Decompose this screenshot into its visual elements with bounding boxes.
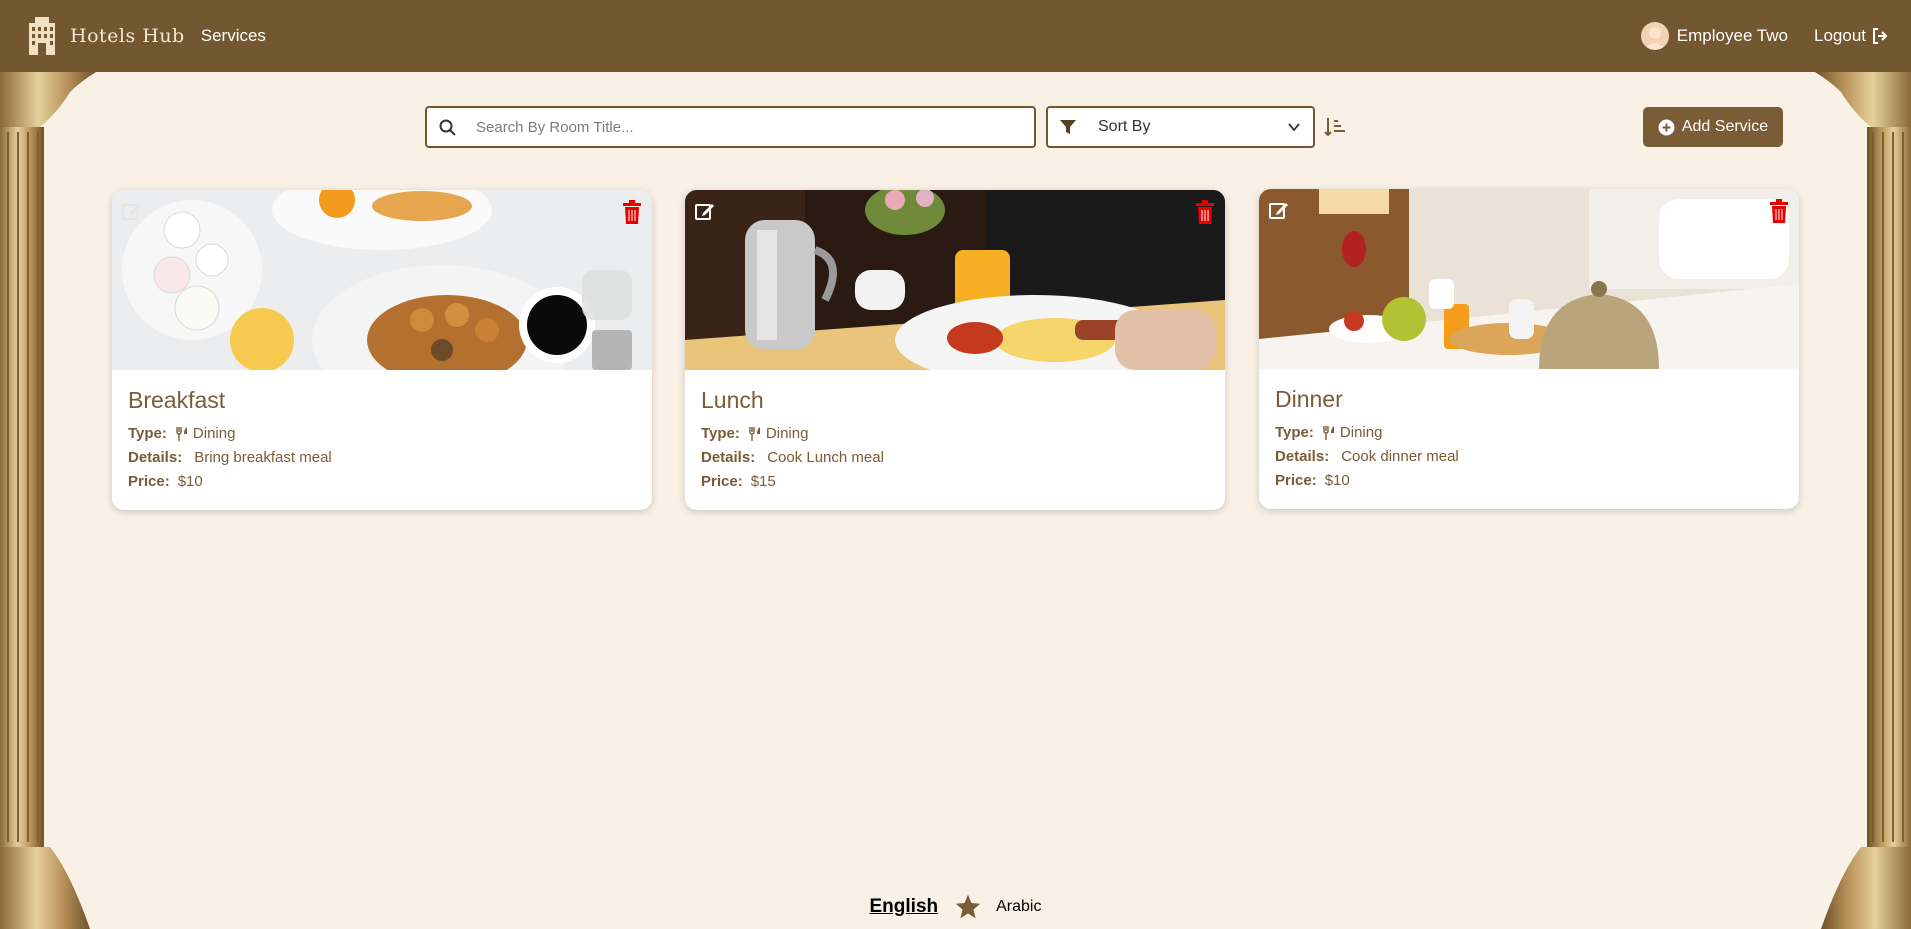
- details-row: Details: Cook Lunch meal: [701, 446, 1209, 470]
- details-value: Cook Lunch meal: [767, 449, 884, 466]
- add-service-label: Add Service: [1681, 118, 1769, 135]
- chevron-down-icon: [1288, 123, 1300, 132]
- user-menu[interactable]: Employee Two: [1640, 22, 1788, 50]
- card-title: Lunch: [701, 387, 764, 413]
- details-label: Details:: [701, 449, 756, 466]
- utensils-icon: [1323, 426, 1334, 440]
- search-input[interactable]: [474, 117, 1018, 137]
- type-value: Dining: [192, 425, 236, 442]
- language-english-link[interactable]: English: [870, 896, 939, 918]
- delete-icon: [1196, 200, 1214, 224]
- card-title: Dinner: [1275, 386, 1343, 412]
- lunch-image: [685, 190, 1225, 370]
- plus-circle-icon: [1658, 119, 1675, 135]
- card-title: Breakfast: [128, 387, 226, 413]
- edit-icon: [1269, 203, 1288, 219]
- details-label: Details:: [1275, 448, 1330, 465]
- language-arabic-link[interactable]: Arabic: [996, 898, 1041, 916]
- user-avatar-icon: [1643, 27, 1666, 50]
- type-row: Type: Dining: [701, 422, 1209, 446]
- type-label: Type:: [701, 425, 740, 442]
- service-card-lunch[interactable]: Lunch Type: Dining Details: Cook Lunch m…: [685, 190, 1225, 510]
- service-card-dinner[interactable]: Dinner Type: Dining Details: Cook dinner…: [1259, 189, 1799, 509]
- type-label: Type:: [1275, 424, 1314, 441]
- sort-select[interactable]: Sort By: [1046, 106, 1315, 148]
- brand-name: Hotels Hub: [70, 25, 185, 47]
- dinner-image: [1259, 189, 1799, 369]
- utensils-icon: [749, 427, 760, 441]
- price-label: Price:: [1275, 472, 1317, 489]
- details-value: Bring breakfast meal: [194, 449, 332, 466]
- details-label: Details:: [128, 449, 183, 466]
- pillar-left-decoration: [0, 72, 96, 929]
- service-card-breakfast[interactable]: Breakfast Type: Dining Details: Bring br…: [112, 190, 652, 510]
- edit-icon: [122, 204, 141, 220]
- type-label: Type:: [128, 425, 167, 442]
- details-row: Details: Cook dinner meal: [1275, 445, 1783, 469]
- filter-icon: [1060, 120, 1076, 134]
- card-body: Dinner Type: Dining Details: Cook dinner…: [1275, 386, 1783, 493]
- card-body: Breakfast Type: Dining Details: Bring br…: [128, 387, 636, 494]
- nav-services-link[interactable]: Services: [201, 26, 266, 46]
- sort-label: Sort By: [1098, 118, 1151, 135]
- type-value: Dining: [1339, 424, 1383, 441]
- edit-icon: [695, 204, 714, 220]
- details-row: Details: Bring breakfast meal: [128, 446, 636, 470]
- price-row: Price: $10: [1275, 469, 1783, 493]
- user-name: Employee Two: [1676, 26, 1788, 45]
- delete-icon: [623, 200, 641, 224]
- pillar-right-decoration: [1815, 72, 1911, 929]
- type-row: Type: Dining: [1275, 421, 1783, 445]
- price-row: Price: $10: [128, 470, 636, 494]
- add-service-button[interactable]: Add Service: [1643, 107, 1783, 147]
- brand[interactable]: Hotels Hub: [26, 17, 185, 55]
- price-value: $10: [1324, 472, 1350, 489]
- search-icon: [439, 119, 456, 136]
- nav-right: Employee Two Logout: [1640, 22, 1889, 50]
- price-label: Price:: [701, 473, 743, 490]
- sort-order-icon[interactable]: [1323, 115, 1347, 139]
- navbar: Hotels Hub Services Employee Two Logout: [0, 0, 1911, 72]
- details-value: Cook dinner meal: [1341, 448, 1459, 465]
- logout-button[interactable]: Logout: [1814, 26, 1889, 46]
- logout-label: Logout: [1814, 26, 1866, 45]
- price-value: $10: [177, 473, 203, 490]
- breakfast-image: [112, 190, 652, 370]
- hotel-building-icon: [29, 17, 55, 55]
- price-value: $15: [750, 473, 776, 490]
- type-value: Dining: [765, 425, 809, 442]
- delete-icon: [1770, 199, 1788, 223]
- price-label: Price:: [128, 473, 170, 490]
- avatar: [1640, 22, 1669, 50]
- price-row: Price: $15: [701, 470, 1209, 494]
- star-icon: [955, 894, 981, 919]
- logout-icon: [1873, 28, 1888, 44]
- search-box: [425, 106, 1036, 148]
- card-body: Lunch Type: Dining Details: Cook Lunch m…: [701, 387, 1209, 494]
- type-row: Type: Dining: [128, 422, 636, 446]
- utensils-icon: [176, 427, 187, 441]
- language-switcher: English Arabic: [0, 893, 1911, 921]
